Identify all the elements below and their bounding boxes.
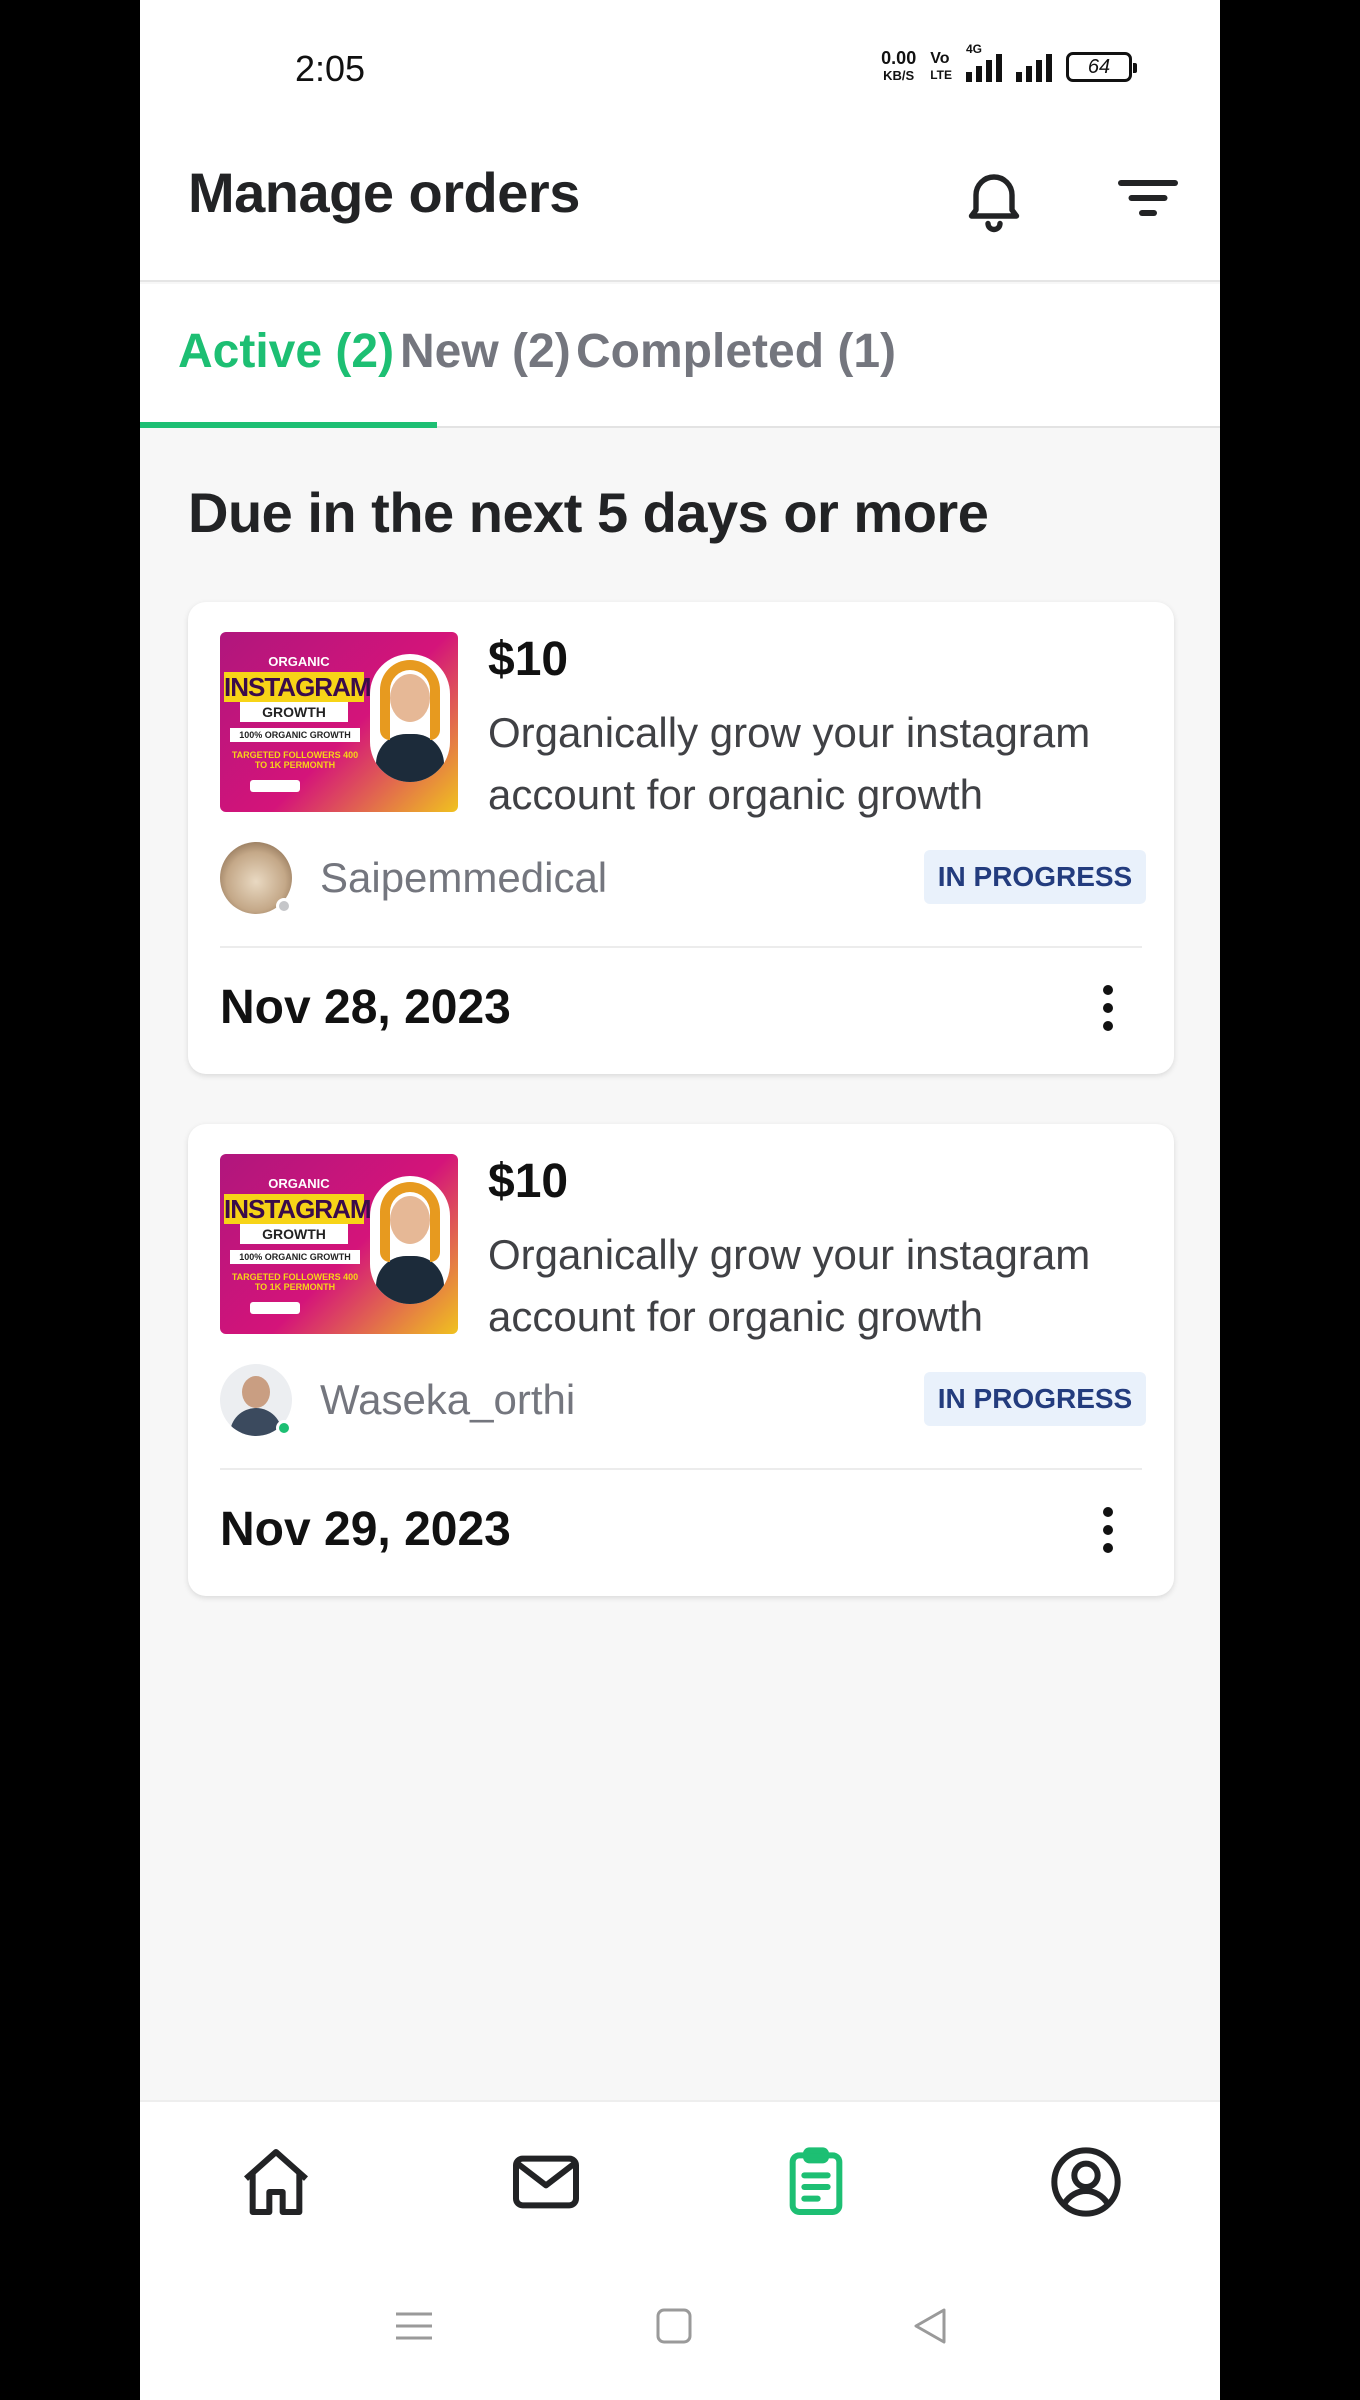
gig-thumbnail: ORGANIC INSTAGRAM GROWTH 100% ORGANIC GR… xyxy=(220,632,458,812)
presence-dot xyxy=(276,1420,292,1436)
signal-icon xyxy=(1016,52,1052,82)
divider xyxy=(220,1468,1142,1470)
tab-completed[interactable]: Completed (1) xyxy=(576,324,896,379)
tab-new[interactable]: New (2) xyxy=(400,324,571,379)
orders-icon[interactable] xyxy=(776,2142,856,2222)
app-header: Manage orders xyxy=(140,140,1220,282)
order-tabs: Active (2) New (2) Completed (1) xyxy=(140,284,1220,428)
network-speed: 0.00 KB/S xyxy=(881,48,917,83)
buyer-username[interactable]: Saipemmedical xyxy=(320,854,607,902)
gig-thumbnail: ORGANIC INSTAGRAM GROWTH 100% ORGANIC GR… xyxy=(220,1154,458,1334)
more-options-icon[interactable] xyxy=(1088,1500,1128,1560)
status-badge: IN PROGRESS xyxy=(924,1372,1146,1426)
status-badge: IN PROGRESS xyxy=(924,850,1146,904)
status-bar: 2:05 0.00 KB/S Vo LTE 4G 64 xyxy=(140,0,1220,140)
filter-icon[interactable] xyxy=(1112,162,1184,234)
phone-screen: 2:05 0.00 KB/S Vo LTE 4G 64 Manage order… xyxy=(140,0,1220,2400)
divider xyxy=(220,946,1142,948)
active-tab-indicator xyxy=(140,422,437,428)
thumbnail-portrait xyxy=(370,1176,450,1304)
buyer-username[interactable]: Waseka_orthi xyxy=(320,1376,575,1424)
recent-apps-icon[interactable] xyxy=(394,2306,434,2346)
battery-icon: 64 xyxy=(1066,52,1137,82)
order-card[interactable]: ORGANIC INSTAGRAM GROWTH 100% ORGANIC GR… xyxy=(188,1124,1174,1596)
more-options-icon[interactable] xyxy=(1088,978,1128,1038)
due-date: Nov 28, 2023 xyxy=(220,981,511,1034)
bottom-nav xyxy=(140,2100,1220,2260)
thumbnail-portrait xyxy=(370,654,450,782)
order-card[interactable]: ORGANIC INSTAGRAM GROWTH 100% ORGANIC GR… xyxy=(188,602,1174,1074)
inbox-icon[interactable] xyxy=(506,2142,586,2222)
status-time: 2:05 xyxy=(295,48,366,89)
signal-4g-icon: 4G xyxy=(966,42,1002,82)
tab-active[interactable]: Active (2) xyxy=(178,324,394,379)
gig-description: Organically grow your instagram account … xyxy=(488,1231,1091,1340)
home-button-icon[interactable] xyxy=(654,2306,694,2346)
page-title: Manage orders xyxy=(188,161,580,224)
status-indicators: 0.00 KB/S Vo LTE 4G 64 xyxy=(881,42,1137,84)
order-price: $10 xyxy=(488,1155,569,1208)
back-icon[interactable] xyxy=(910,2306,950,2346)
presence-dot xyxy=(276,898,292,914)
profile-icon[interactable] xyxy=(1046,2142,1126,2222)
bell-icon[interactable] xyxy=(958,162,1030,234)
volte-indicator: Vo LTE xyxy=(930,50,952,83)
home-icon[interactable] xyxy=(236,2142,316,2222)
system-nav-bar xyxy=(140,2260,1220,2400)
gig-description: Organically grow your instagram account … xyxy=(488,709,1091,818)
due-date: Nov 29, 2023 xyxy=(220,1503,511,1556)
section-title: Due in the next 5 days or more xyxy=(188,481,989,544)
order-price: $10 xyxy=(488,633,569,686)
